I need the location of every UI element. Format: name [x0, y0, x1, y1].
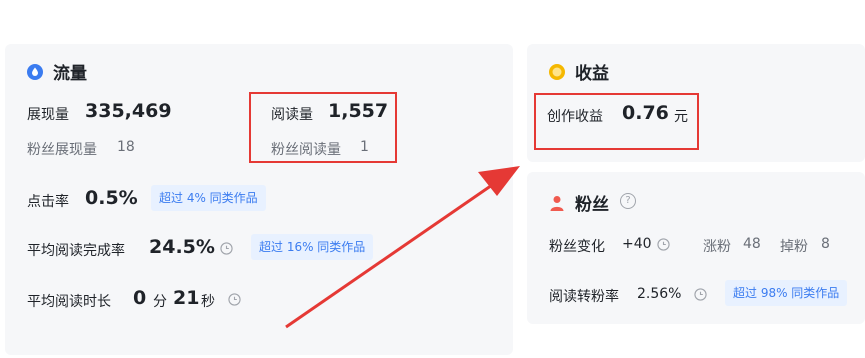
annotation-arrow — [285, 166, 520, 329]
